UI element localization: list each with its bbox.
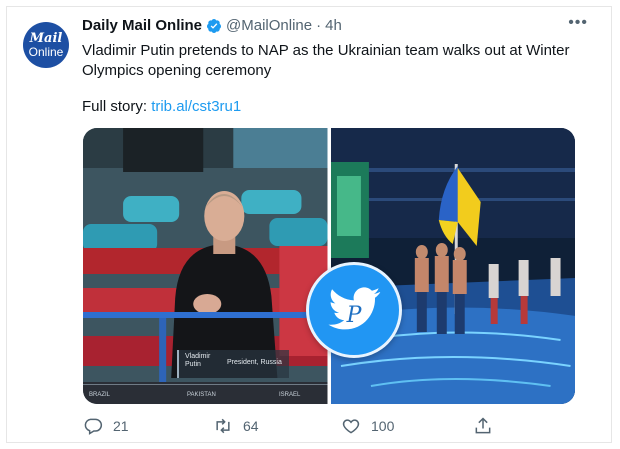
like-button[interactable]: 100	[341, 416, 394, 436]
avatar[interactable]: Mail Online	[23, 22, 69, 68]
like-count: 100	[371, 418, 395, 434]
watermark-bird-graphic: P	[328, 287, 381, 330]
tweet-text: Vladimir Putin pretends to NAP as the Uk…	[82, 42, 570, 79]
separator-dot: ·	[316, 17, 322, 34]
strip-country-1: BRAZIL	[89, 392, 111, 398]
caption-title: President, Russia	[227, 359, 282, 366]
handle[interactable]: @MailOnline	[226, 17, 312, 34]
caption-box: Vladimir Putin President, Russia	[177, 350, 289, 378]
full-story-line: Full story: trib.al/cst3ru1	[82, 98, 241, 115]
full-story-label: Full story:	[82, 98, 148, 115]
timestamp[interactable]: 4h	[325, 17, 342, 34]
caption-name: Vladimir Putin	[185, 353, 211, 368]
full-story-link[interactable]: trib.al/cst3ru1	[151, 98, 241, 115]
avatar-logo-line2: Online	[28, 45, 64, 59]
reply-button[interactable]: 21	[83, 416, 129, 436]
share-button[interactable]	[473, 416, 503, 436]
retweet-icon	[216, 418, 230, 434]
retweet-count: 64	[243, 418, 259, 434]
avatar-logo-line1: Mail	[29, 31, 63, 46]
verified-badge-icon	[207, 18, 222, 33]
media-grid: Vladimir Putin President, Russia BRAZIL …	[83, 128, 575, 404]
display-name[interactable]: Daily Mail Online	[82, 17, 202, 34]
tweet-header: Daily Mail Online @MailOnline · 4h	[82, 17, 342, 34]
strip-country-3: ISRAEL	[279, 392, 301, 398]
like-icon	[342, 419, 360, 434]
reply-count: 21	[113, 418, 129, 434]
retweet-button[interactable]: 64	[213, 416, 259, 436]
share-icon	[475, 417, 491, 434]
svg-text:P: P	[346, 303, 363, 328]
strip-country-2: PAKISTAN	[187, 392, 216, 398]
action-bar: 21 64 100	[83, 416, 493, 438]
more-icon[interactable]: •••	[568, 14, 588, 32]
reply-icon	[84, 418, 103, 435]
watermark-bird-icon: P	[306, 262, 402, 358]
photo-putin-stands[interactable]: Vladimir Putin President, Russia BRAZIL …	[83, 128, 328, 404]
